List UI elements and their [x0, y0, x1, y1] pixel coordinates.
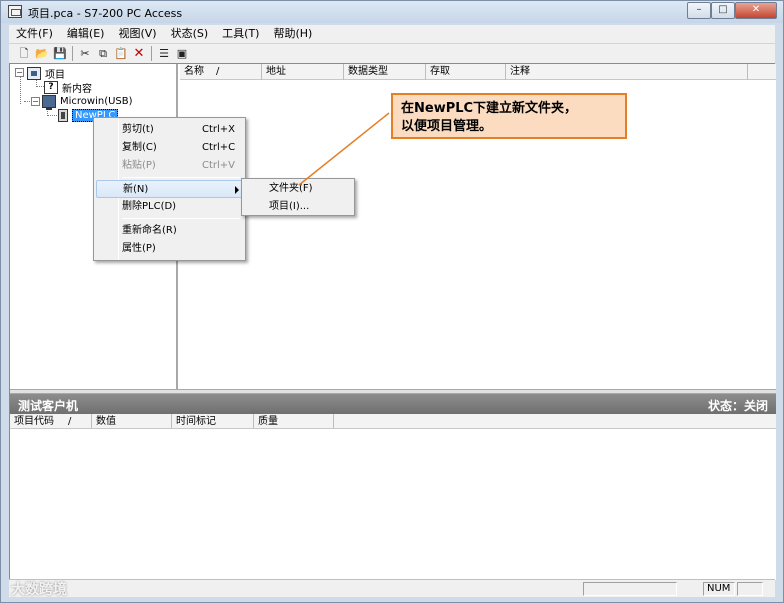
app-window: 项目.pca - S7-200 PC Access – □ ✕ 文件(F) 编辑…: [0, 0, 784, 603]
annotation-callout: 在NewPLC下建立新文件夹， 以便项目管理。: [391, 93, 627, 139]
callout-line-1: 在NewPLC下建立新文件夹，: [401, 101, 578, 116]
callout-line-2: 以便项目管理。: [401, 119, 493, 134]
callout-pointer: [298, 112, 390, 186]
callout-pointer-line: [298, 112, 390, 186]
